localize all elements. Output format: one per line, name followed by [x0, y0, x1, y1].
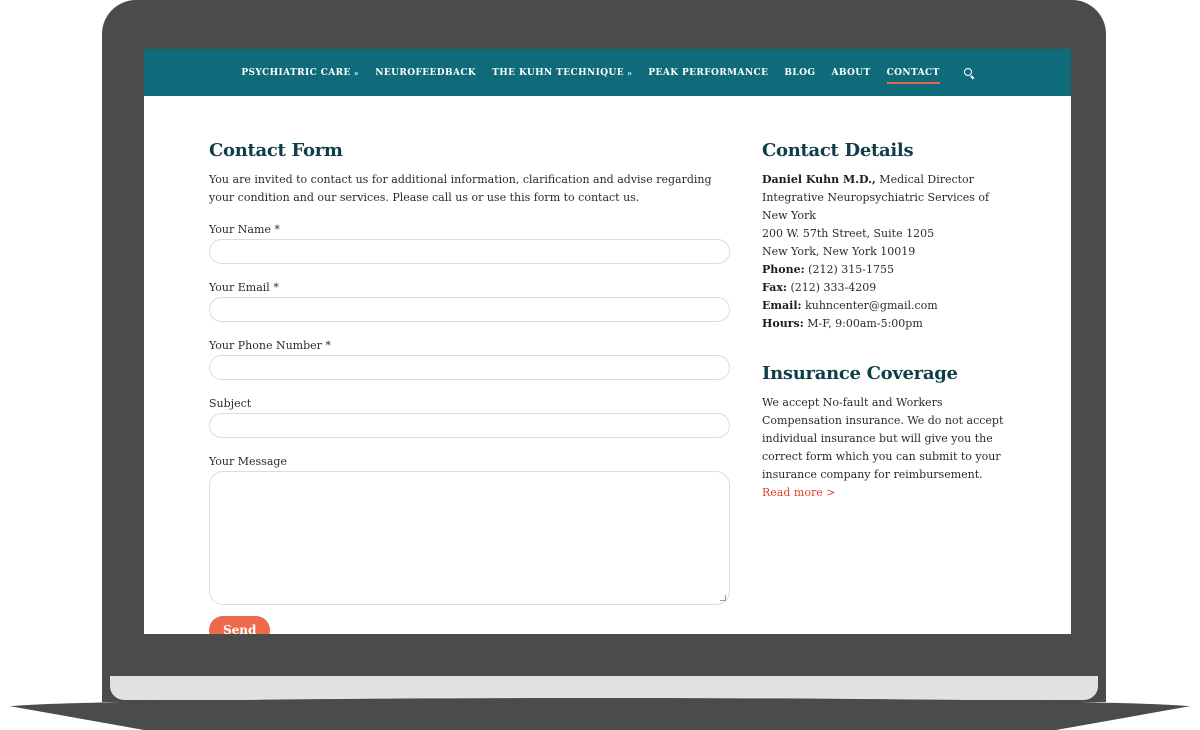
hours-row-label: Hours: [762, 317, 804, 330]
laptop-chin [110, 676, 1098, 700]
main-navigation: PSYCHIATRIC CARE » NEUROFEEDBACK THE KUH… [144, 49, 1071, 96]
phone-value: (212) 315-1755 [804, 263, 894, 276]
browser-screen: PSYCHIATRIC CARE » NEUROFEEDBACK THE KUH… [144, 49, 1071, 634]
phone-row-label: Phone: [762, 263, 805, 276]
send-button[interactable]: Send [209, 616, 271, 634]
phone-row: Phone: (212) 315-1755 [762, 261, 1012, 279]
nav-item-label: PSYCHIATRIC CARE [241, 67, 351, 78]
name-label: Your Name * [209, 223, 280, 236]
nav-item-contact[interactable]: CONTACT [886, 64, 940, 84]
contact-form-intro: You are invited to contact us for additi… [209, 173, 712, 204]
message-label: Your Message [209, 455, 287, 468]
name-field[interactable] [209, 239, 730, 264]
subject-label: Subject [209, 397, 252, 410]
phone-label: Your Phone Number * [209, 339, 331, 352]
insurance-text: We accept No-fault and Workers Compensat… [762, 396, 1004, 481]
search-icon [963, 67, 974, 78]
message-textarea[interactable] [209, 471, 730, 605]
resize-handle-icon[interactable] [720, 595, 726, 601]
contact-details-block: Daniel Kuhn M.D., Medical Director Integ… [762, 171, 1012, 333]
chevron-down-icon: » [626, 67, 633, 78]
hours-value: M-F, 9:00am-5:00pm [803, 317, 923, 330]
read-more-link[interactable]: Read more > [762, 486, 835, 499]
email-row-label: Email: [762, 299, 802, 312]
fax-row: Fax: (212) 333-4209 [762, 279, 1012, 297]
nav-item-label: THE KUHN TECHNIQUE [492, 67, 624, 78]
nav-item-label: NEUROFEEDBACK [375, 67, 477, 78]
subject-field[interactable] [209, 413, 730, 438]
doctor-role: Medical Director [875, 173, 974, 186]
nav-item-about[interactable]: ABOUT [831, 64, 870, 82]
nav-item-psychiatric-care[interactable]: PSYCHIATRIC CARE » [241, 64, 359, 82]
insurance-text-block: We accept No-fault and Workers Compensat… [762, 394, 1012, 502]
contact-person: Daniel Kuhn M.D., Medical Director [762, 171, 1012, 189]
contact-details-title: Contact Details [762, 140, 914, 161]
email-row: Email: kuhncenter@gmail.com [762, 297, 1012, 315]
address-line-2: New York, New York 10019 [762, 245, 916, 258]
address-line-1: 200 W. 57th Street, Suite 1205 [762, 227, 935, 240]
nav-item-label: BLOG [784, 67, 816, 78]
organization-name: Integrative Neuropsychiatric Services of… [762, 191, 990, 222]
nav-item-label: ABOUT [831, 67, 871, 78]
email-value: kuhncenter@gmail.com [801, 299, 938, 312]
contact-form-section: Contact Form You are invited to contact … [209, 140, 730, 634]
email-label: Your Email * [209, 281, 279, 294]
laptop-base [0, 698, 1200, 730]
nav-item-neurofeedback[interactable]: NEUROFEEDBACK [375, 64, 476, 82]
fax-value: (212) 333-4209 [786, 281, 877, 294]
fax-row-label: Fax: [762, 281, 787, 294]
doctor-name: Daniel Kuhn M.D., [762, 173, 876, 186]
hours-row: Hours: M-F, 9:00am-5:00pm [762, 315, 1012, 333]
email-field[interactable] [209, 297, 730, 322]
nav-item-label: CONTACT [886, 67, 940, 78]
nav-item-peak-performance[interactable]: PEAK PERFORMANCE [648, 64, 768, 82]
search-button[interactable] [956, 64, 974, 82]
insurance-title: Insurance Coverage [762, 363, 958, 384]
nav-item-kuhn-technique[interactable]: THE KUHN TECHNIQUE » [492, 64, 632, 82]
contact-form-title: Contact Form [209, 140, 343, 161]
contact-details-section: Contact Details Daniel Kuhn M.D., Medica… [762, 140, 1012, 502]
chevron-down-icon: » [353, 67, 360, 78]
nav-item-blog[interactable]: BLOG [784, 64, 815, 82]
nav-item-label: PEAK PERFORMANCE [648, 67, 769, 78]
phone-field[interactable] [209, 355, 730, 380]
nav-list: PSYCHIATRIC CARE » NEUROFEEDBACK THE KUH… [233, 64, 981, 84]
